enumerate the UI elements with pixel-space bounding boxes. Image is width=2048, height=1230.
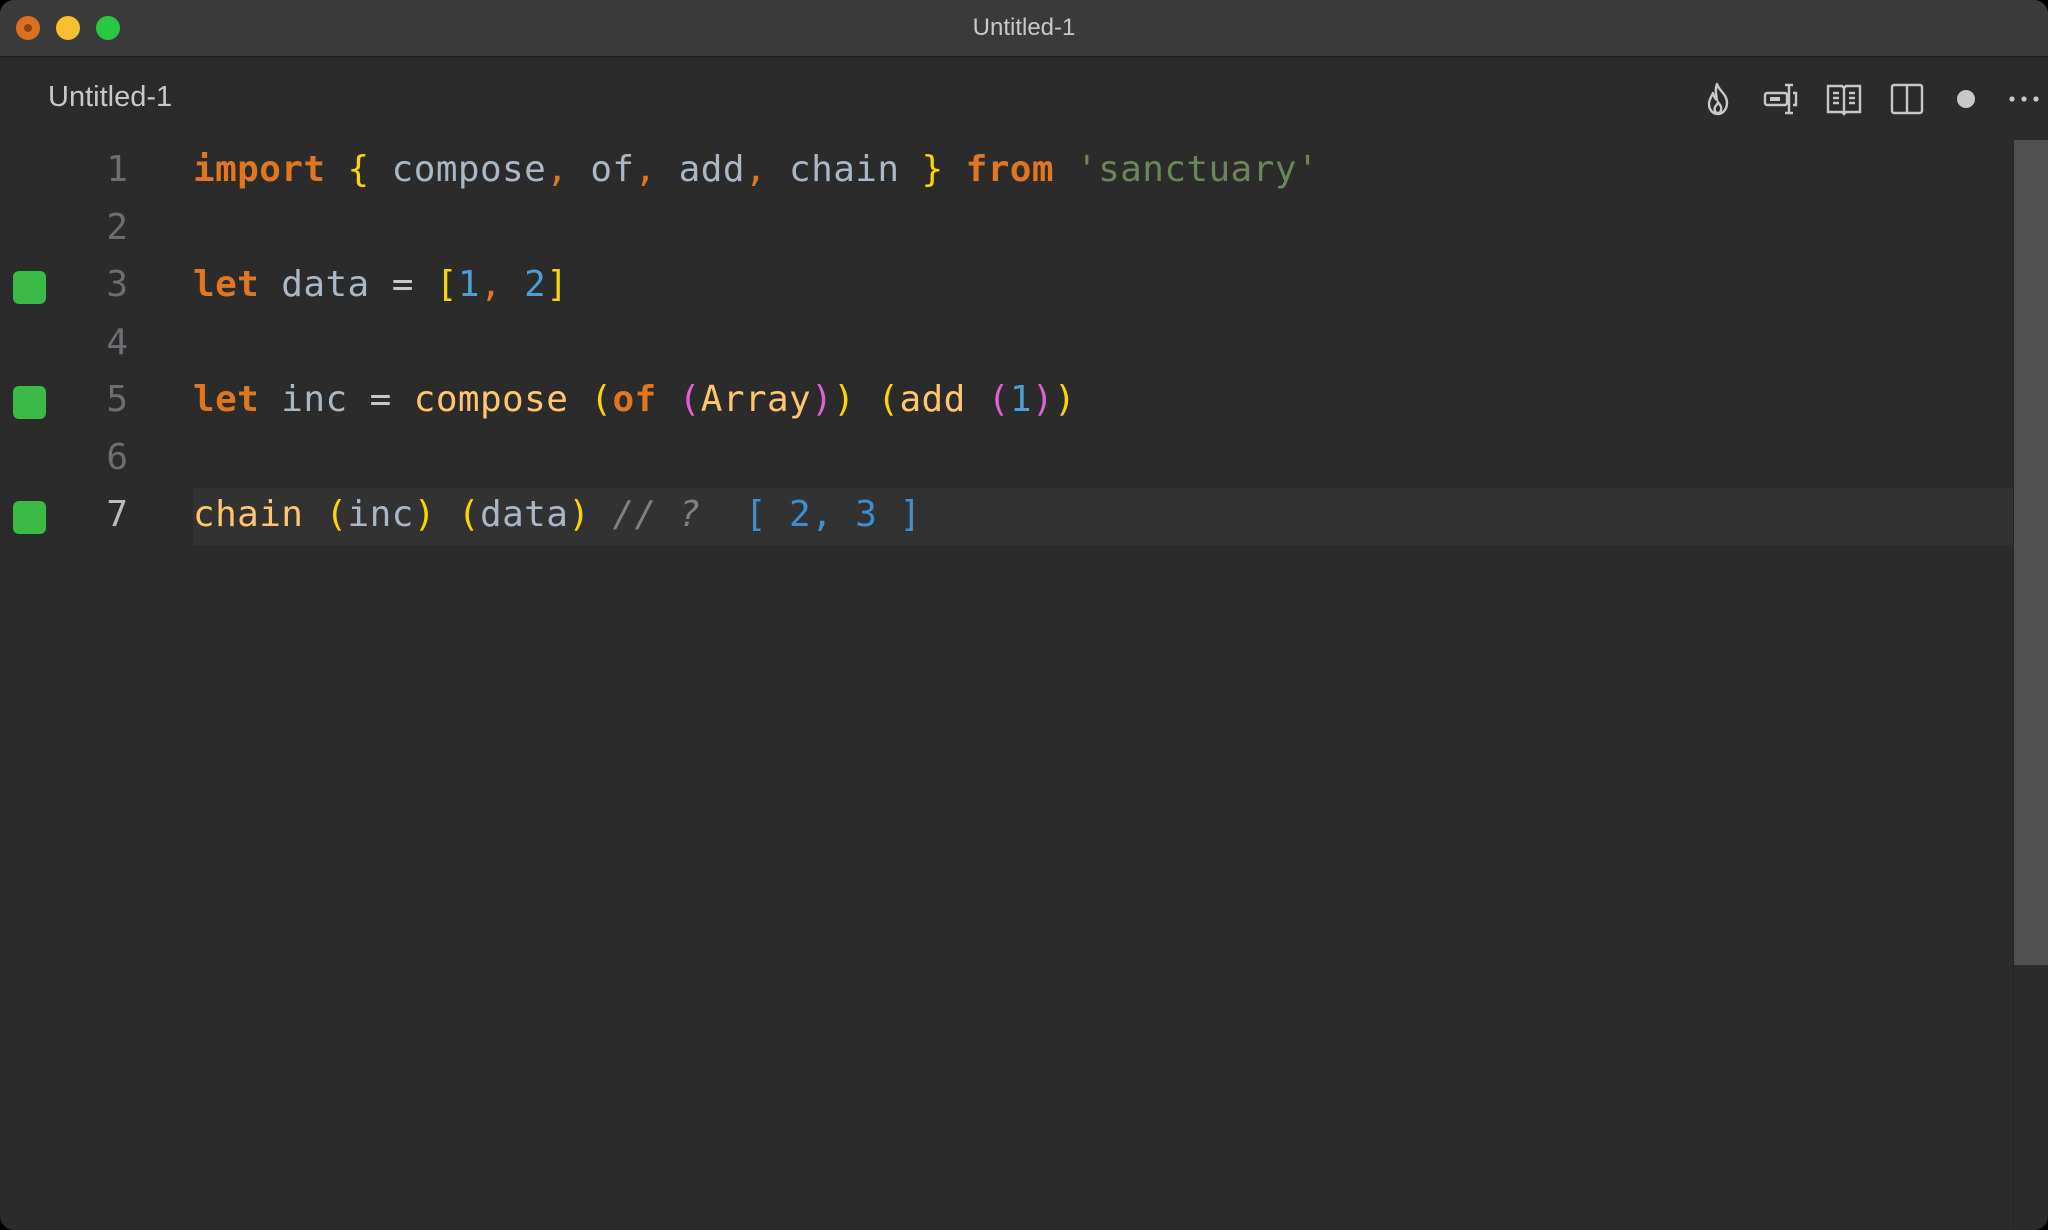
open-preview-icon[interactable]	[1820, 75, 1868, 123]
code-token: (	[457, 494, 480, 535]
code-token: (	[590, 379, 613, 420]
code-token: ,	[480, 264, 503, 305]
value-explorer-icon[interactable]	[1757, 75, 1805, 123]
code-token: (	[987, 379, 1010, 420]
code-token: from	[965, 149, 1054, 190]
code-line[interactable]: 5 let inc = compose (of (Array)) (add (1)…	[0, 373, 2014, 430]
code-token: chain	[193, 494, 304, 535]
code-token: 2	[524, 264, 547, 305]
code-token: 'sanctuary'	[1076, 149, 1319, 190]
code-line[interactable]: 6	[0, 431, 2014, 488]
code-token: [	[435, 264, 458, 305]
code-token: compose	[413, 379, 569, 420]
code-token: ,	[634, 149, 657, 190]
line-number: 2	[106, 206, 128, 248]
coverage-marker-icon[interactable]	[13, 386, 46, 419]
code-token: of	[612, 379, 657, 420]
code-token: )	[811, 379, 834, 420]
line-number: 6	[106, 436, 128, 478]
code-token: Array	[700, 379, 812, 420]
code-token: import	[193, 149, 326, 190]
code-token: chain	[766, 149, 922, 190]
code-line[interactable]: 4	[0, 316, 2014, 373]
code-token: let	[193, 264, 260, 305]
code-line[interactable]: 3 let data = [1, 2]	[0, 258, 2014, 315]
code-token: {	[347, 149, 370, 190]
code-token: }	[921, 149, 944, 190]
code-token: add	[899, 379, 966, 420]
flame-icon[interactable]	[1694, 75, 1742, 123]
code-token: )	[413, 494, 436, 535]
unsaved-dot-icon[interactable]	[1942, 75, 1990, 123]
tab-untitled-1[interactable]: Untitled-1	[48, 81, 172, 114]
code-token: inc	[259, 379, 370, 420]
code-token: compose	[369, 149, 547, 190]
code-token: ]	[546, 264, 569, 305]
code-text[interactable]: let data = [1, 2]	[193, 264, 568, 305]
code-token: data	[259, 264, 392, 305]
line-number: 5	[106, 379, 128, 420]
code-line[interactable]: 2	[0, 201, 2014, 258]
code-text[interactable]: import { compose, of, add, chain } from …	[193, 149, 1319, 190]
code-token: ,	[744, 149, 767, 190]
code-token: 1	[1009, 379, 1032, 420]
code-token: (	[877, 379, 900, 420]
editor-window: Untitled-1 Untitled-1 1 import {compose…	[0, 0, 2048, 1230]
code-token: inc	[347, 494, 414, 535]
code-token: )	[1031, 379, 1054, 420]
inline-result: [ 2, 3 ]	[744, 494, 922, 535]
code-line[interactable]: 7 chain (inc) (data) // ? [ 2, 3 ]	[0, 488, 2014, 545]
code-token: 1	[457, 264, 480, 305]
coverage-marker-icon[interactable]	[13, 501, 46, 534]
code-token: )	[568, 494, 591, 535]
tab-bar: Untitled-1	[0, 57, 2048, 140]
line-number: 3	[106, 264, 128, 305]
code-line[interactable]: 1 import { compose, of, add, chain } from…	[0, 143, 2014, 200]
code-token: of	[568, 149, 635, 190]
code-token: )	[1054, 379, 1077, 420]
vertical-scrollbar-thumb[interactable]	[2014, 140, 2048, 965]
code-token: data	[480, 494, 569, 535]
coverage-marker-icon[interactable]	[13, 271, 46, 304]
code-token: (	[678, 379, 701, 420]
code-text[interactable]: let inc = compose (of (Array)) (add (1))	[193, 379, 1076, 420]
title-bar: Untitled-1	[0, 0, 2048, 57]
code-token: =	[391, 264, 414, 305]
code-token: (	[325, 494, 348, 535]
code-token: add	[656, 149, 745, 190]
split-editor-icon[interactable]	[1883, 75, 1931, 123]
code-token: ,	[546, 149, 569, 190]
comment-token: // ?	[612, 494, 701, 535]
line-number: 4	[106, 321, 128, 363]
code-token: )	[833, 379, 856, 420]
more-actions-icon[interactable]	[2000, 75, 2048, 123]
code-text[interactable]: chain (inc) (data) // ? [ 2, 3 ]	[193, 494, 922, 535]
code-editor[interactable]: 1 import { compose, of, add, chain } from…	[0, 140, 2014, 1230]
code-token: let	[193, 379, 260, 420]
window-title: Untitled-1	[972, 14, 1076, 41]
line-number: 1	[106, 149, 128, 190]
line-number: 7	[106, 494, 128, 535]
code-token: =	[369, 379, 392, 420]
